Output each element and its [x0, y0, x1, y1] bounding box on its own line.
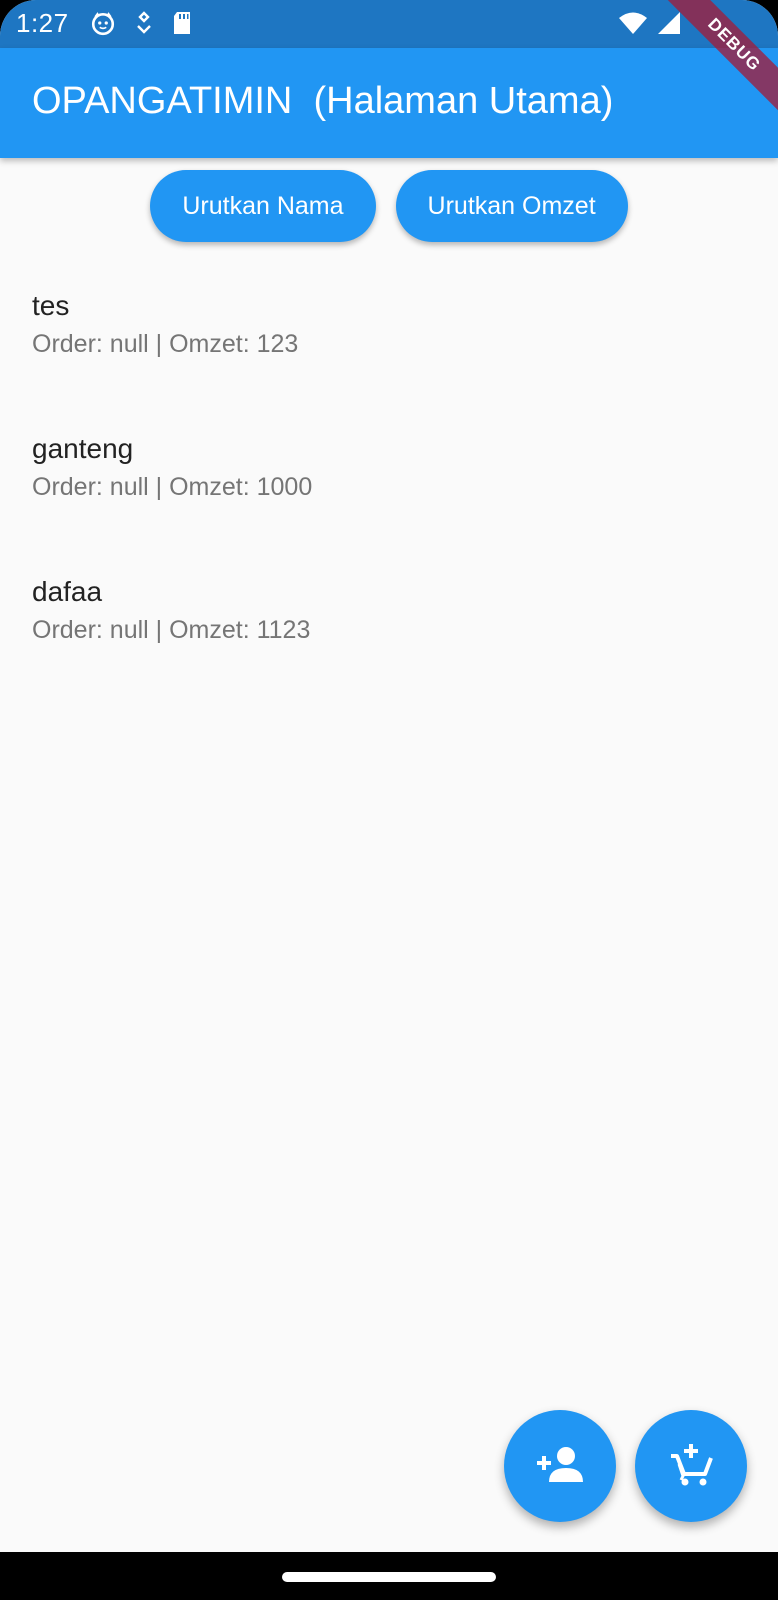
cat-notification-icon: [90, 10, 116, 41]
sort-buttons-row: Urutkan Nama Urutkan Omzet: [0, 170, 778, 242]
status-system-icons: [618, 10, 682, 41]
status-notification-icons: [90, 10, 192, 41]
list-item[interactable]: tes Order: null | Omzet: 123: [0, 270, 778, 413]
item-detail: Order: null | Omzet: 1123: [32, 616, 311, 644]
sd-card-icon: [172, 11, 192, 40]
add-cart-button[interactable]: [635, 1410, 747, 1522]
sort-by-name-button[interactable]: Urutkan Nama: [150, 170, 376, 242]
sort-by-omzet-button[interactable]: Urutkan Omzet: [395, 170, 628, 242]
app-screen: 1:27 OPANGATIMIN (Halaman Utama) DEBUG U…: [0, 0, 778, 1600]
app-bar: OPANGATIMIN (Halaman Utama): [0, 48, 778, 158]
item-name: tes: [32, 290, 70, 321]
page-title: OPANGATIMIN (Halaman Utama): [32, 80, 614, 122]
item-name: ganteng: [32, 433, 134, 464]
wifi-icon: [618, 11, 648, 40]
list-item[interactable]: ganteng Order: null | Omzet: 1000: [0, 413, 778, 556]
status-bar: 1:27: [0, 0, 778, 48]
person-add-icon: [535, 1444, 585, 1489]
home-gesture-handle[interactable]: [282, 1572, 496, 1582]
add-shopping-cart-icon: [669, 1442, 713, 1491]
status-time: 1:27: [16, 8, 69, 38]
list-item[interactable]: dafaa Order: null | Omzet: 1123: [0, 556, 778, 699]
item-name: dafaa: [32, 576, 103, 607]
item-detail: Order: null | Omzet: 1000: [32, 473, 313, 501]
store-list: tes Order: null | Omzet: 123 ganteng Ord…: [0, 270, 778, 699]
add-person-button[interactable]: [504, 1410, 616, 1522]
location-pin-icon: [134, 10, 154, 41]
signal-icon: [656, 10, 682, 41]
item-detail: Order: null | Omzet: 123: [32, 330, 299, 358]
